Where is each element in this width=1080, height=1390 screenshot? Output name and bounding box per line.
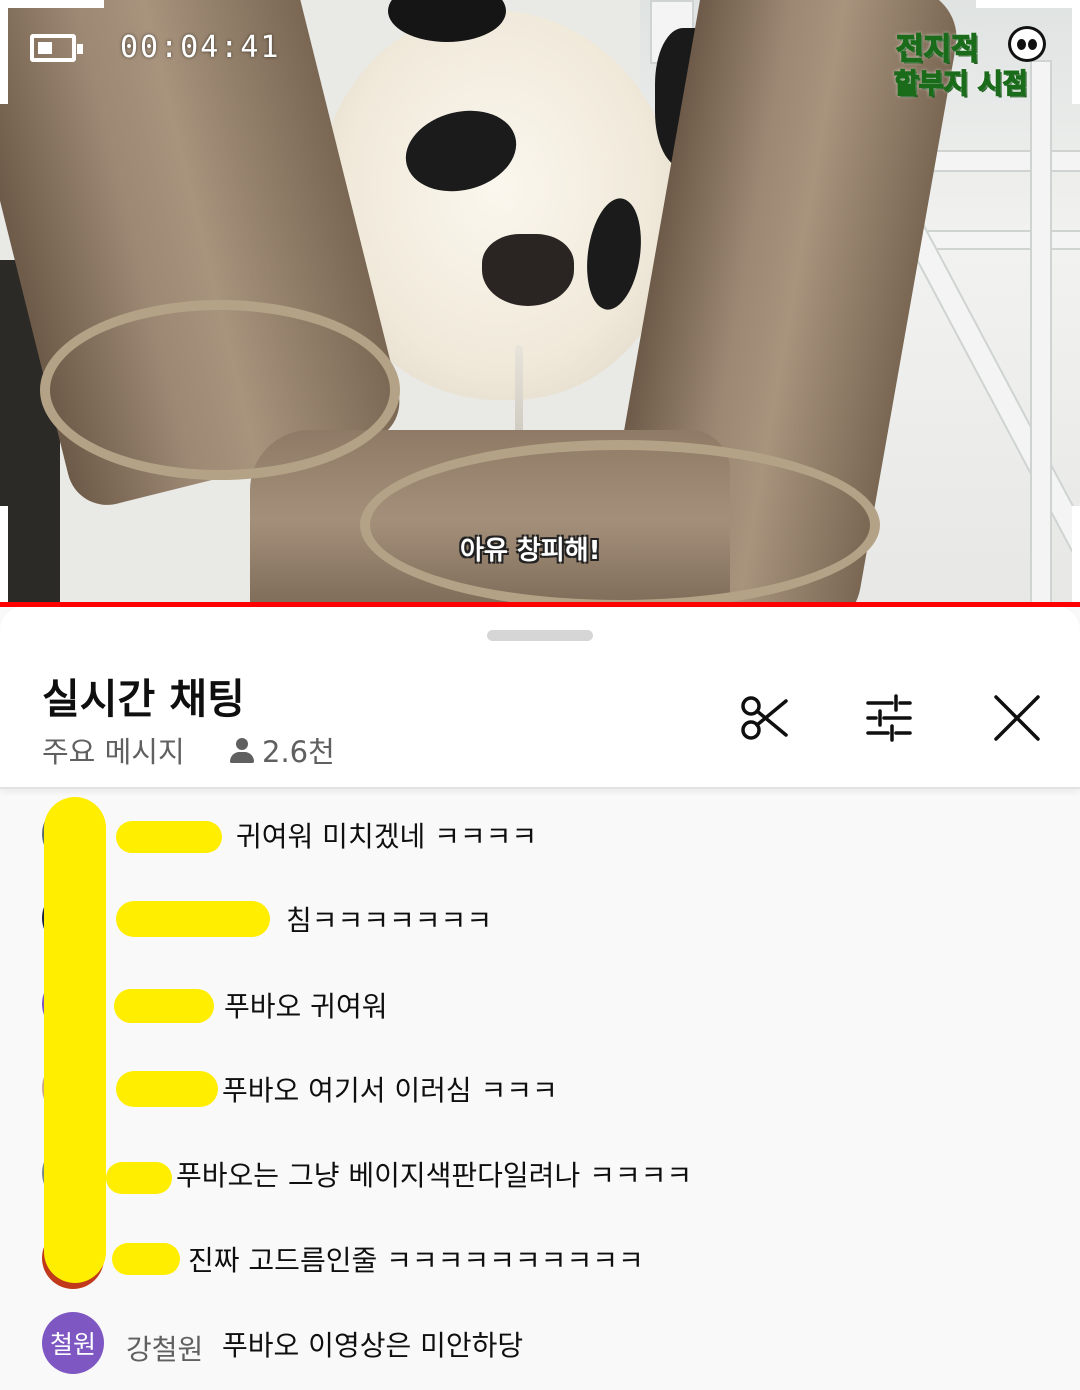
redaction-mark [116,901,270,937]
close-icon [994,695,1040,741]
chat-filter-dropdown[interactable]: 주요 메시지 [42,729,185,771]
viewer-count: 2.6천 [228,729,335,771]
viewfinder-corner [976,506,1080,604]
message-text: 푸바오 이영상은 미안하당 [222,1329,524,1362]
message-text: 푸바오는 그냥 베이지색판다일려나 ㅋㅋㅋㅋ [176,1159,693,1192]
chat-message[interactable]: 푸바오는 그냥 베이지색판다일려나 ㅋㅋㅋㅋ [0,1142,1080,1204]
drag-handle[interactable] [487,630,593,641]
redaction-mark [112,1243,180,1275]
chat-message[interactable]: 귀여워 미치겠네 ㅋㅋㅋㅋ [0,803,1080,865]
person-icon [228,736,256,764]
chat-title: 실시간 채팅 [42,675,245,723]
chat-message[interactable]: 푸바오 여기서 이러심 ㅋㅋㅋ [0,1057,1080,1119]
close-chat-button[interactable] [990,691,1044,745]
chat-header: 실시간 채팅 주요 메시지 2.6천 [0,607,1080,789]
message-text: 진짜 고드름인줄 ㅋㅋㅋㅋㅋㅋㅋㅋㅋㅋ [188,1244,644,1277]
logo-text: 할부지 시점 [893,68,1028,101]
redaction-mark [116,1071,218,1107]
panda-nose [482,234,574,306]
viewfinder-corner [0,506,104,604]
message-text: 침ㅋㅋㅋㅋㅋㅋㅋ [286,904,493,937]
chat-message[interactable]: 진짜 고드름인줄 ㅋㅋㅋㅋㅋㅋㅋㅋㅋㅋ [0,1227,1080,1289]
chat-message[interactable]: 철원 강철원 푸바오 이영상은 미안하당 [0,1312,1080,1374]
redaction-mark [44,797,106,1283]
message-author[interactable]: 강철원 [126,1328,203,1368]
redaction-mark [114,989,214,1023]
chat-settings-button[interactable] [862,691,916,745]
message-text: 푸바오 여기서 이러심 ㅋㅋㅋ [222,1074,558,1107]
rope [40,300,400,480]
scissors-icon [741,696,788,740]
chat-message[interactable]: 침ㅋㅋㅋㅋㅋㅋㅋ [0,887,1080,949]
video-caption: 아유 창피해! [460,536,601,566]
panda-logo-icon [1008,26,1046,62]
avatar[interactable]: 철원 [42,1312,104,1374]
clip-button[interactable] [738,691,792,745]
redaction-mark [106,1162,172,1194]
message-text: 푸바오 귀여워 [224,990,388,1023]
channel-logo: 전지적 할부지 시점 [890,24,1050,101]
tune-icon [866,694,912,742]
rope [360,440,880,604]
chat-message[interactable]: 푸바오 귀여워 [0,973,1080,1035]
message-text: 귀여워 미치겠네 ㅋㅋㅋㅋ [236,820,538,853]
recording-time: 00:04:41 [120,30,281,65]
redaction-mark [116,821,222,853]
drool [515,345,523,440]
battery-icon [30,34,83,62]
video-player[interactable]: 00:04:41 전지적 할부지 시점 아유 창피해! [0,0,1080,604]
viewer-count-value: 2.6천 [262,735,335,769]
